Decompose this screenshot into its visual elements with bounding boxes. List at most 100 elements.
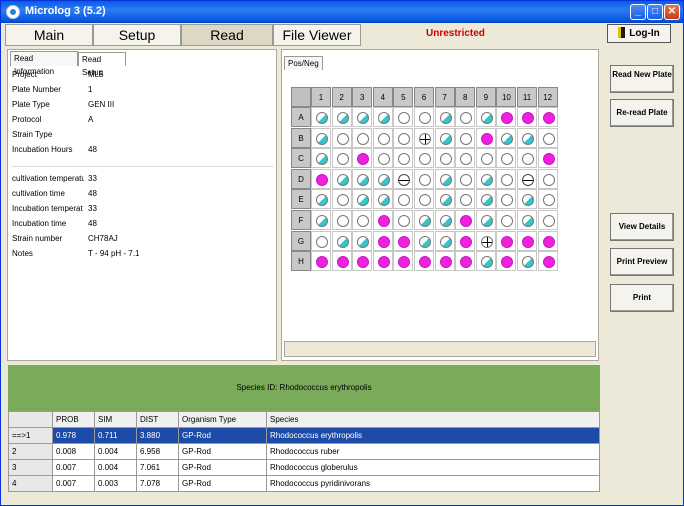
plate-well-cell[interactable] (331, 230, 352, 251)
plate-well-cell[interactable] (372, 230, 393, 251)
plate-well-cell[interactable] (414, 251, 434, 272)
header-prob[interactable]: PROB (52, 411, 95, 428)
minimize-button[interactable]: _ (630, 4, 646, 20)
plate-well-cell[interactable] (537, 127, 558, 148)
plate-well-cell[interactable] (455, 168, 476, 189)
plate-well-cell[interactable] (434, 230, 455, 251)
plate-well-cell[interactable] (517, 168, 537, 189)
plate-well-cell[interactable] (352, 168, 373, 189)
maximize-button[interactable]: □ (647, 4, 663, 20)
plate-well-cell[interactable] (517, 210, 537, 230)
plate-well-cell[interactable] (475, 127, 496, 148)
plate-well-cell[interactable] (537, 148, 558, 169)
plate-well-cell[interactable] (393, 251, 414, 272)
plate-well-cell[interactable] (414, 168, 434, 189)
plate-well-cell[interactable] (311, 189, 331, 210)
plate-well-cell[interactable] (517, 230, 537, 251)
title-bar[interactable]: Microlog 3 (5.2) _ □ ✕ (1, 1, 683, 23)
plate-well-cell[interactable] (496, 230, 517, 251)
plate-well-cell[interactable] (475, 210, 496, 230)
plate-well-cell[interactable] (352, 230, 373, 251)
plate-well-cell[interactable] (414, 127, 434, 148)
plate-well-cell[interactable] (414, 189, 434, 210)
plate-well-cell[interactable] (331, 127, 352, 148)
plate-well-cell[interactable] (393, 230, 414, 251)
plate-well-cell[interactable] (434, 168, 455, 189)
plate-well-cell[interactable] (352, 107, 373, 127)
plate-well-cell[interactable] (331, 148, 352, 169)
plate-well-cell[interactable] (393, 107, 414, 127)
plate-well-cell[interactable] (496, 107, 517, 127)
plate-well-cell[interactable] (455, 230, 476, 251)
plate-well-cell[interactable] (372, 168, 393, 189)
plate-well-cell[interactable] (331, 189, 352, 210)
plate-well-cell[interactable] (455, 107, 476, 127)
plate-well-cell[interactable] (372, 251, 393, 272)
plate-well-cell[interactable] (372, 189, 393, 210)
plate-well-cell[interactable] (455, 210, 476, 230)
header-species[interactable]: Species (266, 411, 600, 428)
plate-well-cell[interactable] (393, 189, 414, 210)
plate-well-cell[interactable] (517, 148, 537, 169)
tab-read[interactable]: Read (181, 24, 273, 46)
plate-well-cell[interactable] (537, 107, 558, 127)
plate-well-cell[interactable] (372, 127, 393, 148)
plate-well-cell[interactable] (331, 251, 352, 272)
plate-well-cell[interactable] (517, 127, 537, 148)
plate-well-cell[interactable] (475, 107, 496, 127)
header-organism-type[interactable]: Organism Type (178, 411, 267, 428)
table-row[interactable]: 4 0.007 0.003 7.078 GP-Rod Rhodococcus p… (8, 475, 600, 492)
plate-well-cell[interactable] (537, 251, 558, 272)
print-button[interactable]: Print (610, 284, 674, 312)
plate-well-cell[interactable] (352, 210, 373, 230)
plate-well-cell[interactable] (517, 189, 537, 210)
plate-well-cell[interactable] (496, 148, 517, 169)
plate-well-cell[interactable] (434, 251, 455, 272)
plate-well-cell[interactable] (496, 251, 517, 272)
plate-well-cell[interactable] (414, 230, 434, 251)
close-button[interactable]: ✕ (664, 4, 680, 20)
plate-well-cell[interactable] (372, 210, 393, 230)
table-row[interactable]: 3 0.007 0.004 7.061 GP-Rod Rhodococcus g… (8, 459, 600, 476)
plate-well-cell[interactable] (475, 230, 496, 251)
read-new-plate-button[interactable]: Read New Plate (610, 65, 674, 93)
plate-well-cell[interactable] (496, 189, 517, 210)
plate-well-cell[interactable] (537, 168, 558, 189)
tab-setup[interactable]: Setup (93, 24, 181, 46)
plate-well-cell[interactable] (496, 210, 517, 230)
plate-well-cell[interactable] (372, 107, 393, 127)
plate-well-cell[interactable] (393, 210, 414, 230)
app-icon[interactable] (6, 5, 20, 19)
plate-well-cell[interactable] (434, 107, 455, 127)
plate-well-cell[interactable] (393, 127, 414, 148)
tab-read-information[interactable]: Read Information (10, 51, 78, 76)
plate-well-cell[interactable] (372, 148, 393, 169)
plate-well-cell[interactable] (331, 168, 352, 189)
table-row[interactable]: ==>1 0.978 0.711 3.880 GP-Rod Rhodococcu… (8, 427, 600, 444)
tab-pos-neg[interactable]: Pos/Neg (284, 56, 323, 70)
plate-well-cell[interactable] (475, 189, 496, 210)
plate-well-cell[interactable] (475, 168, 496, 189)
tab-read-setup[interactable]: Read Setup (78, 52, 126, 77)
plate-well-cell[interactable] (331, 210, 352, 230)
plate-well-cell[interactable] (455, 148, 476, 169)
plate-well-cell[interactable] (414, 210, 434, 230)
plate-well-cell[interactable] (311, 127, 331, 148)
plate-well-cell[interactable] (434, 148, 455, 169)
plate-well-cell[interactable] (352, 251, 373, 272)
plate-well-cell[interactable] (393, 168, 414, 189)
plate-well-cell[interactable] (455, 127, 476, 148)
plate-well-cell[interactable] (434, 127, 455, 148)
plate-well-cell[interactable] (517, 107, 537, 127)
plate-well-cell[interactable] (311, 107, 331, 127)
plate-well-cell[interactable] (455, 189, 476, 210)
plate-well-cell[interactable] (475, 148, 496, 169)
plate-well-cell[interactable] (352, 189, 373, 210)
plate-well-cell[interactable] (352, 148, 373, 169)
plate-well-cell[interactable] (475, 251, 496, 272)
plate-well-cell[interactable] (331, 107, 352, 127)
header-sim[interactable]: SIM (94, 411, 137, 428)
tab-main[interactable]: Main (5, 24, 93, 46)
plate-well-cell[interactable] (434, 189, 455, 210)
plate-well-cell[interactable] (311, 210, 331, 230)
